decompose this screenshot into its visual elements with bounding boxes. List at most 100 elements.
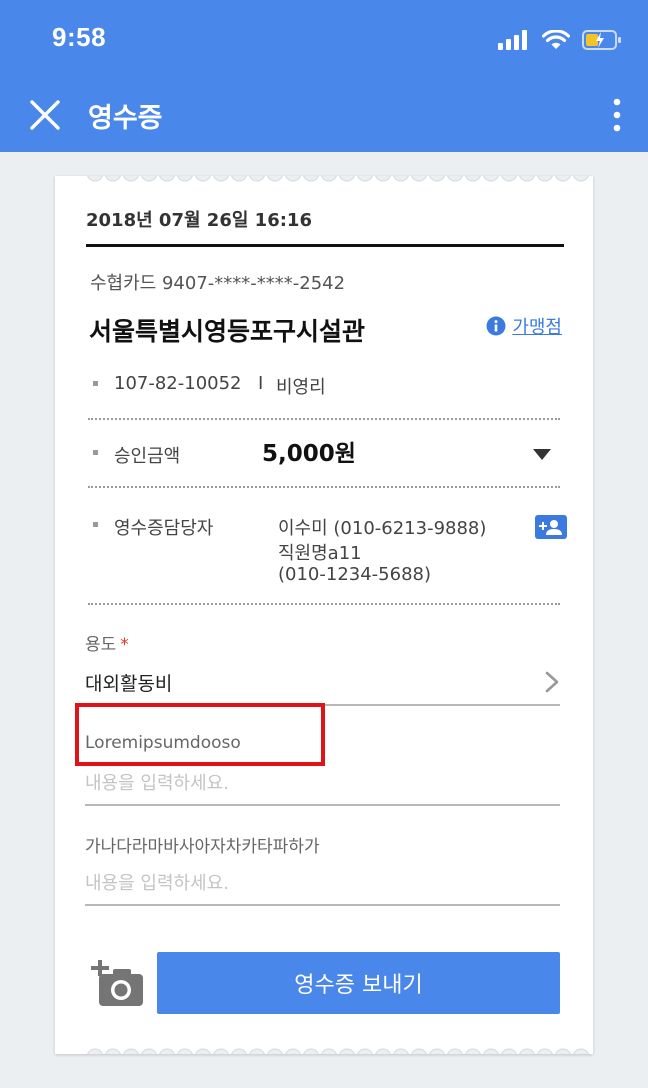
perforation-notch — [159, 1048, 175, 1054]
close-icon[interactable] — [28, 98, 62, 132]
perforation-notch — [105, 1048, 121, 1054]
perforation-notch — [159, 176, 175, 182]
perforation-notch — [231, 1048, 247, 1054]
perforation-notch — [465, 1048, 481, 1054]
perforation-notch — [393, 176, 409, 182]
chevron-right-icon[interactable] — [545, 671, 559, 693]
receipt-top-edge — [87, 176, 589, 182]
battery-icon — [582, 30, 621, 50]
perforation-notch — [537, 176, 553, 182]
perforation-notch — [411, 1048, 427, 1054]
perforation-notch — [195, 176, 211, 182]
send-receipt-label: 영수증 보내기 — [294, 973, 423, 998]
perforation-notch — [195, 1048, 211, 1054]
perforation-notch — [465, 176, 481, 182]
perforation-notch — [123, 1048, 139, 1054]
purpose-value[interactable]: 대외활동비 — [85, 669, 172, 696]
manager-label: 영수증담당자 — [114, 518, 214, 539]
receipt-card: 2018년 07월 26일 16:16 수협카드 9407-****-****-… — [55, 176, 593, 1054]
perforation-notch — [555, 1048, 571, 1054]
perforation-notch — [375, 1048, 391, 1054]
separator: I — [258, 373, 264, 394]
perforation-notch — [339, 1048, 355, 1054]
expand-caret-icon[interactable] — [533, 449, 551, 460]
perforation-notch — [483, 1048, 499, 1054]
merchant-info-link[interactable]: 가맹점 — [486, 313, 562, 339]
perforation-notch — [321, 1048, 337, 1054]
status-time: 9:58 — [52, 22, 107, 52]
perforation-notch — [285, 176, 301, 182]
perforation-notch — [141, 1048, 157, 1054]
field3-underline — [85, 904, 560, 906]
receipt-bottom-edge — [87, 1048, 589, 1054]
add-photo-icon[interactable] — [91, 960, 143, 1008]
perforation-notch — [249, 176, 265, 182]
perforation-notch — [87, 1048, 103, 1054]
required-mark: * — [120, 635, 129, 655]
perforation-notch — [573, 1048, 589, 1054]
field2-underline — [85, 804, 560, 806]
manager-line: (010-1234-5688) — [278, 564, 432, 585]
perforation-notch — [267, 176, 283, 182]
perforation-notch — [555, 176, 571, 182]
business-type: 비영리 — [276, 377, 326, 398]
perforation-notch — [231, 176, 247, 182]
manager-line: 이수미 (010-6213-9888) — [278, 518, 487, 539]
add-contact-icon[interactable] — [535, 515, 567, 539]
wifi-icon — [542, 30, 570, 49]
perforation-notch — [411, 176, 427, 182]
perforation-notch — [375, 176, 391, 182]
business-number: 107-82-10052 — [114, 373, 242, 394]
field2-label: Loremipsumdooso — [85, 733, 241, 753]
bullet — [93, 381, 98, 386]
perforation-notch — [393, 1048, 409, 1054]
purpose-label: 용도 * — [85, 630, 129, 655]
perforation-notch — [177, 1048, 193, 1054]
manager-line: 직원명a11 — [278, 543, 362, 564]
perforation-notch — [303, 1048, 319, 1054]
receipt-datetime: 2018년 07월 26일 16:16 — [86, 210, 312, 231]
perforation-notch — [213, 1048, 229, 1054]
merchant-link-label: 가맹점 — [512, 317, 562, 338]
field2-input[interactable]: 내용을 입력하세요. — [85, 769, 229, 795]
perforation-notch — [87, 176, 103, 182]
divider — [86, 244, 564, 247]
perforation-notch — [123, 176, 139, 182]
perforation-notch — [105, 176, 121, 182]
perforation-notch — [501, 176, 517, 182]
field3-input[interactable]: 내용을 입력하세요. — [85, 869, 229, 895]
merchant-name: 서울특별시영등포구시설관 — [89, 317, 366, 346]
card-info: 수협카드 9407-****-****-2542 — [90, 273, 346, 294]
more-vert-icon[interactable] — [612, 98, 622, 132]
dotted-divider — [88, 603, 560, 605]
info-icon — [486, 316, 506, 336]
perforation-notch — [141, 176, 157, 182]
perforation-notch — [357, 176, 373, 182]
dotted-divider — [88, 418, 560, 420]
perforation-notch — [267, 1048, 283, 1054]
perforation-notch — [429, 1048, 445, 1054]
perforation-notch — [537, 1048, 553, 1054]
perforation-notch — [501, 1048, 517, 1054]
perforation-notch — [447, 176, 463, 182]
page-title: 영수증 — [88, 103, 163, 134]
status-icons — [498, 28, 622, 52]
approval-label: 승인금액 — [114, 446, 181, 467]
send-receipt-button[interactable]: 영수증 보내기 — [157, 952, 560, 1014]
approval-amount: 5,000원 — [262, 441, 356, 467]
bullet — [93, 522, 98, 527]
perforation-notch — [249, 1048, 265, 1054]
perforation-notch — [447, 1048, 463, 1054]
field3-label: 가나다라마바사아자차카타파하가 — [85, 837, 320, 857]
bullet — [93, 450, 98, 455]
perforation-notch — [213, 176, 229, 182]
perforation-notch — [177, 176, 193, 182]
status-bar: 9:58 — [0, 0, 648, 76]
perforation-notch — [519, 1048, 535, 1054]
perforation-notch — [339, 176, 355, 182]
purpose-label-text: 용도 — [85, 635, 117, 655]
perforation-notch — [483, 176, 499, 182]
perforation-notch — [573, 176, 589, 182]
signal-icon — [498, 30, 527, 50]
perforation-notch — [303, 176, 319, 182]
